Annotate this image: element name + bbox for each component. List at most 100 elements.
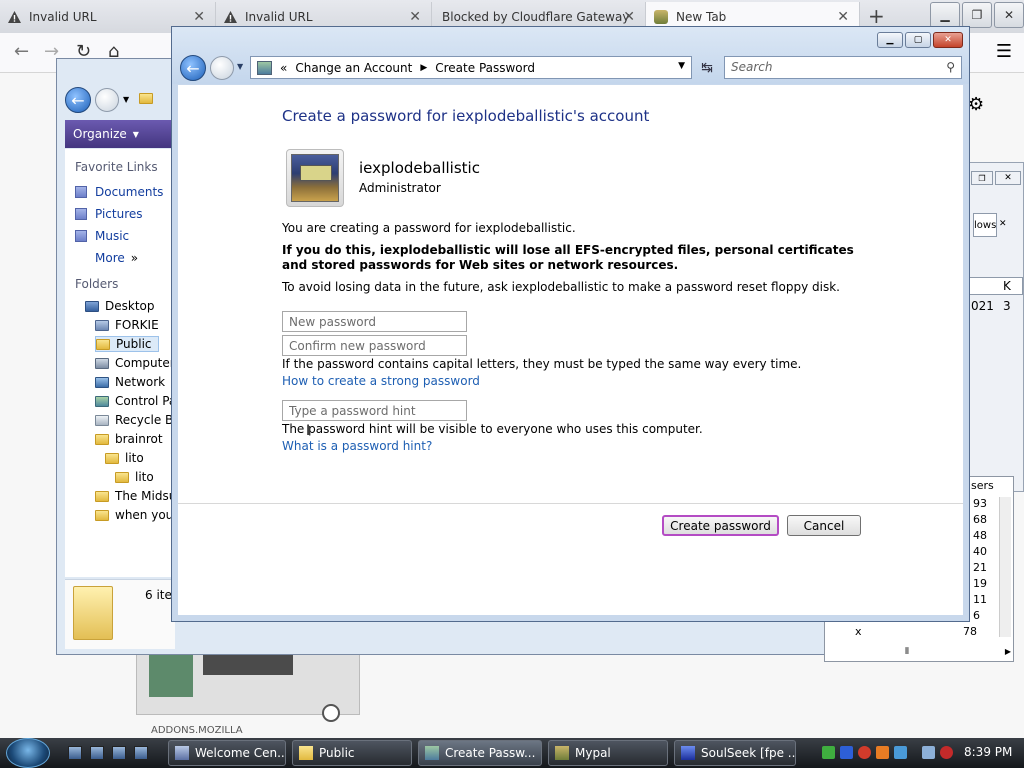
tree-item-network[interactable]: Network [95,375,165,389]
pictures-icon [75,208,87,220]
table-cell: 021 [971,299,994,313]
taskbar-item-soulseek[interactable]: SoulSeek [fpe ... [674,740,796,766]
warning-icon [224,11,237,23]
taskbar-item-public[interactable]: Public [292,740,412,766]
search-icon[interactable]: ⚲ [946,57,955,78]
tree-item-recycle-bin[interactable]: Recycle Bi [95,413,177,427]
confirm-password-field[interactable] [282,335,467,356]
folder-icon [105,452,119,464]
close-button[interactable]: ✕ [995,171,1021,185]
show-desktop-icon[interactable] [68,746,82,760]
tree-item-when-you[interactable]: when you [95,508,173,522]
link-label: More [95,251,125,265]
column-header[interactable]: K [1003,279,1011,293]
tree-label: Public [116,337,152,351]
strong-password-link[interactable]: How to create a strong password [282,374,480,388]
forward-button[interactable] [210,56,234,80]
network-icon[interactable] [922,746,935,759]
link-label: Pictures [95,207,143,221]
restore-button[interactable]: ❐ [971,171,993,185]
cancel-button[interactable]: Cancel [787,515,861,536]
close-icon[interactable]: ✕ [999,219,1007,229]
organize-button[interactable]: Organize ▼ [65,120,175,148]
tree-item-public[interactable]: Public [95,336,159,352]
tree-item-brainrot[interactable]: brainrot [95,432,163,446]
tray-icon[interactable] [822,746,835,759]
quick-launch-icon[interactable] [134,746,148,760]
tree-item-the-midsu[interactable]: The Midsu [95,489,176,503]
link-music[interactable]: Music [75,229,129,243]
double-chevron-left-icon[interactable]: « [280,61,287,75]
close-button[interactable]: ✕ [933,32,963,48]
link-pictures[interactable]: Pictures [75,207,143,221]
taskbar-item-welcome-center[interactable]: Welcome Cen... [168,740,286,766]
tree-label: Computer [115,356,175,370]
folder-icon [95,509,109,521]
back-arrow-icon[interactable]: ← [14,41,29,62]
password-hint-field[interactable] [282,400,467,421]
breadcrumb-create-password[interactable]: Create Password [435,61,535,75]
create-password-button[interactable]: Create password [662,515,779,536]
link-more[interactable]: More » [95,251,138,265]
tray-icon[interactable] [894,746,907,759]
chevron-down-icon[interactable]: ▼ [678,61,685,71]
gear-icon[interactable]: ⚙ [968,94,984,115]
close-button[interactable]: ✕ [994,2,1024,28]
folder-icon [95,433,109,445]
minimize-button[interactable]: ▁ [877,32,903,48]
start-button[interactable] [6,738,50,768]
maximize-button[interactable]: ❐ [962,2,992,28]
refresh-icon[interactable]: ↹ [696,57,718,78]
tree-item-forkie[interactable]: FORKIE [95,318,159,332]
windows-button[interactable]: lows [973,213,997,237]
column-header[interactable]: sers [971,479,994,492]
close-icon[interactable]: ✕ [409,9,421,25]
menu-icon[interactable]: ☰ [996,41,1012,62]
tree-item-lito-sub[interactable]: lito [115,470,154,484]
chevron-down-icon[interactable]: ▼ [237,62,243,71]
recycle-bin-icon [95,414,109,426]
tab-title: Invalid URL [245,10,313,24]
tray-icon[interactable] [858,746,871,759]
control-panel-icon [95,395,109,407]
switch-windows-icon[interactable] [90,746,104,760]
address-bar[interactable]: « Change an Account ▶ Create Password ▼ [250,56,692,79]
volume-icon[interactable] [940,746,953,759]
chevron-down-icon: ▼ [132,129,139,139]
chevron-right-icon[interactable]: ▶ [1005,647,1011,656]
taskbar-item-mypal[interactable]: Mypal [548,740,668,766]
folder-icon [73,586,113,640]
quick-launch-icon[interactable] [112,746,126,760]
close-icon[interactable]: ✕ [193,9,205,25]
link-label: Documents [95,185,164,199]
tree-item-desktop[interactable]: Desktop [85,299,155,313]
clock-icon[interactable] [322,704,340,722]
tree-item-lito[interactable]: lito [105,451,144,465]
new-tab-button[interactable]: + [868,4,885,28]
close-icon[interactable]: ✕ [623,9,635,25]
back-button[interactable]: ← [65,87,91,113]
taskbar-clock[interactable]: 8:39 PM [964,745,1012,759]
minimize-button[interactable]: ▁ [930,2,960,28]
maximize-button[interactable]: ▢ [905,32,931,48]
tree-item-computer[interactable]: Computer [95,356,175,370]
tray-icon[interactable] [876,746,889,759]
list-value: 11 [973,593,987,606]
scrollbar-grip-icon[interactable]: ⦀ [905,647,909,657]
password-hint-link[interactable]: What is a password hint? [282,439,432,453]
search-input[interactable]: Search ⚲ [724,56,962,79]
text-cursor-icon: I [306,423,311,439]
scrollbar[interactable] [999,497,1011,637]
tray-icon[interactable] [840,746,853,759]
back-button[interactable]: ← [180,55,206,81]
breadcrumb-change-account[interactable]: Change an Account [295,61,412,75]
new-password-field[interactable] [282,311,467,332]
chevron-down-icon[interactable]: ▼ [123,95,129,104]
link-documents[interactable]: Documents [75,185,163,199]
forward-button[interactable] [95,88,119,112]
close-icon[interactable]: ✕ [837,9,849,25]
tree-item-control-panel[interactable]: Control Pa [95,394,176,408]
chevron-right-icon[interactable]: ▶ [420,63,427,73]
taskbar-item-create-password[interactable]: Create Passw... [418,740,542,766]
taskbar-label: SoulSeek [fpe ... [701,746,796,760]
